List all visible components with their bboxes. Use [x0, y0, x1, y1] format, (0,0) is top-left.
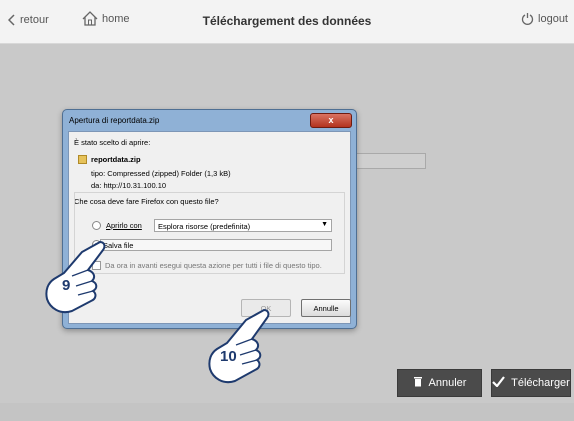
- open-with-radio[interactable]: [92, 221, 101, 230]
- hand-pointer-icon-10: 10: [204, 305, 272, 385]
- open-with-value: Esplora risorse (predefinita): [158, 222, 251, 231]
- hand-pointer-icon-9: 9: [42, 236, 108, 314]
- download-label: Télécharger: [511, 377, 570, 389]
- callout-9-number: 9: [62, 277, 71, 294]
- logout-button[interactable]: logout: [521, 12, 568, 25]
- dialog-cancel-button[interactable]: Annulle: [301, 299, 351, 317]
- callout-10-number: 10: [220, 348, 237, 365]
- open-with-select[interactable]: Esplora risorse (predefinita) ▼: [154, 219, 332, 232]
- download-button[interactable]: Télécharger: [491, 369, 571, 397]
- check-icon: [492, 376, 506, 390]
- save-file-option[interactable]: Salva file: [100, 239, 332, 251]
- bottom-strip: [0, 403, 574, 421]
- cancel-button[interactable]: Annuler: [397, 369, 482, 397]
- power-icon: [521, 12, 534, 25]
- dialog-body: È stato scelto di aprire: reportdata.zip…: [68, 131, 351, 324]
- file-name: reportdata.zip: [91, 155, 141, 164]
- page-title: Téléchargement des données: [202, 14, 372, 28]
- file-source: da: http://10.31.100.10: [91, 181, 167, 190]
- background-field: [354, 153, 426, 169]
- cancel-label: Annuler: [428, 377, 467, 389]
- top-bar: retour home Téléchargement des données l…: [0, 0, 574, 44]
- chevron-down-icon: ▼: [321, 221, 328, 228]
- file-type: tipo: Compressed (zipped) Folder (1,3 kB…: [91, 169, 231, 178]
- logout-label: logout: [538, 12, 568, 25]
- remember-label: Da ora in avanti esegui questa azione pe…: [105, 261, 322, 270]
- zip-file-icon: [78, 155, 87, 164]
- trash-icon: [413, 376, 423, 390]
- open-with-label: Aprirlo con: [106, 221, 142, 230]
- close-icon[interactable]: x: [310, 113, 352, 128]
- dialog-intro: È stato scelto di aprire:: [74, 138, 151, 147]
